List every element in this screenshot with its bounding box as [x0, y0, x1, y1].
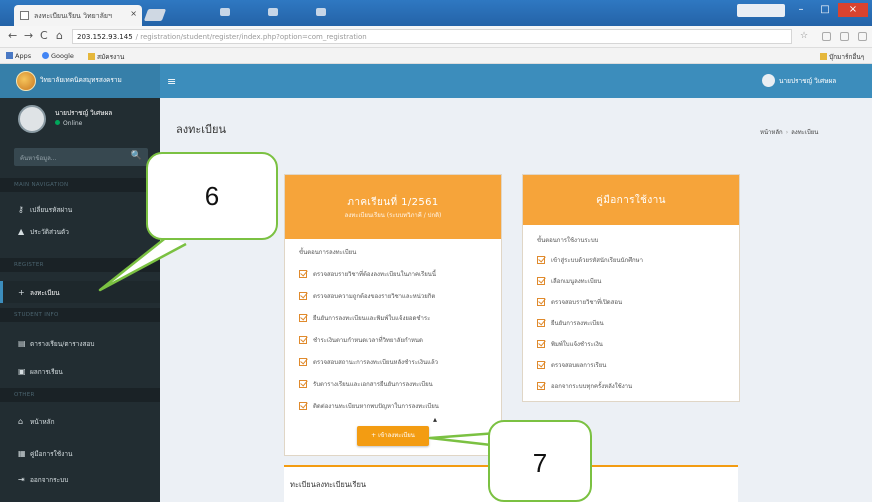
callout-leaders: [98, 235, 511, 448]
callout-6-pointer: [98, 235, 187, 292]
screenshot-stage: { "browser": { "tab_title": "ลงทะเบียนเร…: [0, 0, 872, 502]
callout-step-6: 6: [146, 152, 278, 240]
callout-step-7: 7: [488, 420, 592, 502]
